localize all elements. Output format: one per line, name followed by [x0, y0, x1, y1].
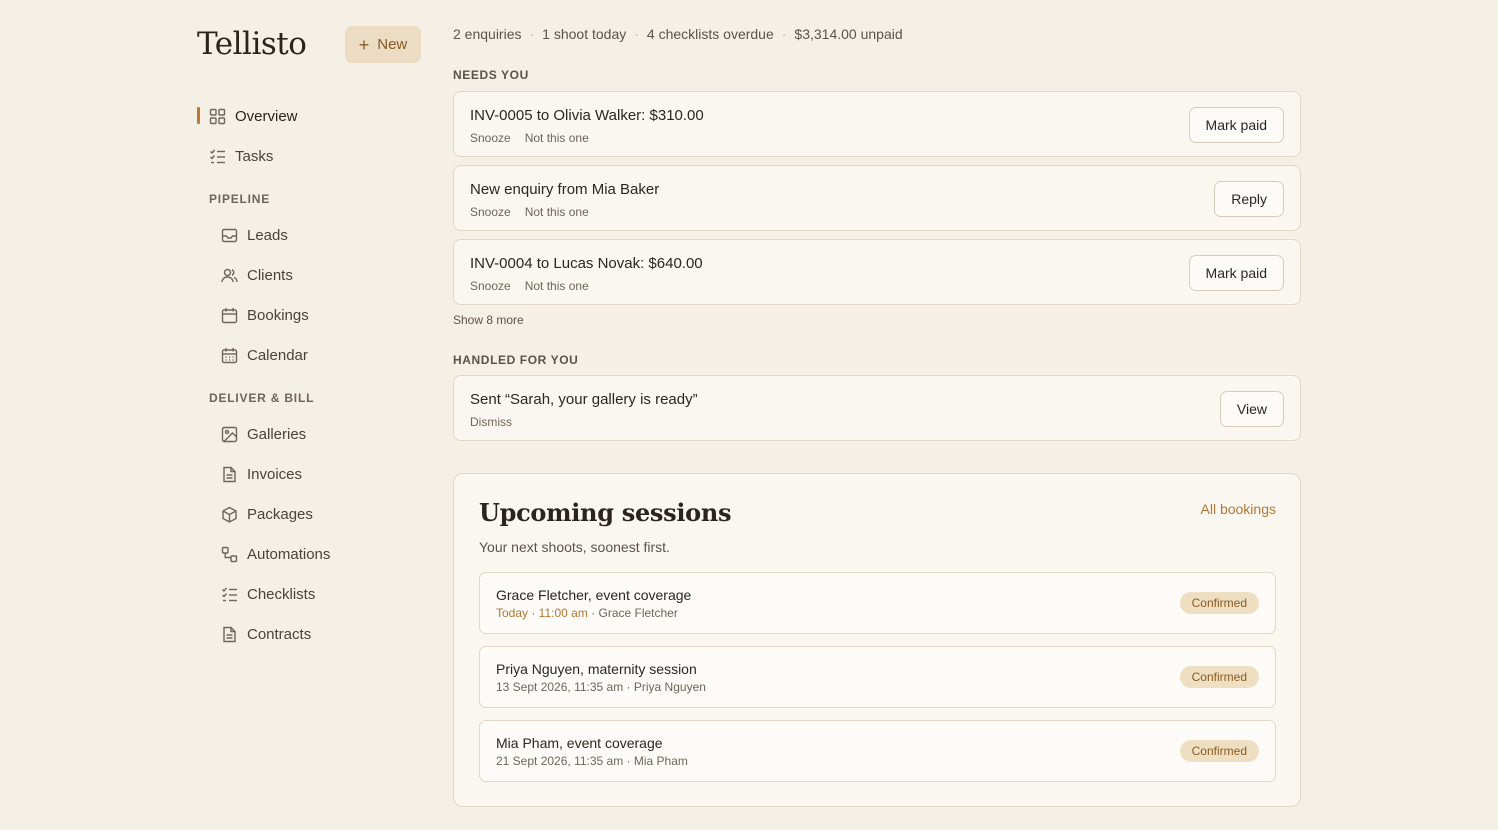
- sidebar-item-label: Galleries: [247, 425, 307, 443]
- task-title: New enquiry from Mia Baker: [470, 181, 660, 198]
- not-this-one-link[interactable]: Not this one: [525, 131, 589, 145]
- image-icon: [221, 426, 238, 443]
- sidebar-item-automations[interactable]: Automations: [221, 542, 330, 566]
- sidebar-item-label: Clients: [247, 266, 293, 284]
- sidebar-item-contracts[interactable]: Contracts: [221, 622, 311, 646]
- document-icon: [221, 626, 238, 643]
- calendar-grid-icon: [221, 347, 238, 364]
- handled-title: Sent “Sarah, your gallery is ready”: [470, 391, 698, 408]
- panel-title: Upcoming sessions: [479, 498, 732, 527]
- snooze-link[interactable]: Snooze: [470, 131, 511, 145]
- document-icon: [221, 466, 238, 483]
- section-label-pipeline: PIPELINE: [209, 192, 271, 206]
- status-badge: Confirmed: [1179, 592, 1259, 614]
- snooze-link[interactable]: Snooze: [470, 205, 511, 219]
- panel-subtitle: Your next shoots, soonest first.: [479, 539, 670, 555]
- sidebar-item-label: Invoices: [247, 465, 303, 483]
- task-title: INV-0005 to Olivia Walker: $310.00: [470, 107, 704, 124]
- not-this-one-link[interactable]: Not this one: [525, 205, 589, 219]
- sidebar-item-label: Contracts: [247, 625, 312, 643]
- view-button[interactable]: View: [1219, 391, 1284, 427]
- session-title: Mia Pham, event coverage: [496, 735, 663, 751]
- sidebar-item-label: Automations: [247, 545, 331, 563]
- session-date: 13 Sept 2026, 11:35 am: [496, 680, 624, 694]
- plus-icon: +: [358, 34, 370, 55]
- task-card: New enquiry from Mia Baker Snooze Not th…: [453, 165, 1301, 231]
- mark-paid-button[interactable]: Mark paid: [1188, 107, 1284, 143]
- all-bookings-link[interactable]: All bookings: [1201, 501, 1277, 517]
- new-button-label: New: [377, 36, 408, 53]
- sidebar-item-calendar[interactable]: Calendar: [221, 343, 308, 367]
- sidebar-item-checklists[interactable]: Checklists: [221, 582, 315, 606]
- new-button[interactable]: + New: [345, 26, 421, 63]
- sidebar-item-galleries[interactable]: Galleries: [221, 422, 306, 446]
- summary-stats: 2 enquiries · 1 shoot today · 4 checklis…: [453, 26, 903, 42]
- session-row[interactable]: Grace Fletcher, event coverage Today · 1…: [479, 572, 1276, 634]
- handled-heading: HANDLED FOR YOU: [453, 353, 579, 367]
- reply-button[interactable]: Reply: [1214, 181, 1284, 217]
- sidebar-item-label: Bookings: [247, 306, 309, 324]
- session-title: Grace Fletcher, event coverage: [496, 587, 692, 603]
- workflow-icon: [221, 546, 238, 563]
- dismiss-link[interactable]: Dismiss: [470, 415, 512, 429]
- session-date: 21 Sept 2026, 11:35 am: [496, 754, 624, 768]
- mark-paid-button[interactable]: Mark paid: [1188, 255, 1284, 291]
- status-badge: Confirmed: [1179, 666, 1259, 688]
- session-row[interactable]: Priya Nguyen, maternity session 13 Sept …: [479, 646, 1276, 708]
- snooze-link[interactable]: Snooze: [470, 279, 511, 293]
- grid-icon: [209, 108, 226, 125]
- stat-unpaid[interactable]: $3,314.00 unpaid: [794, 26, 902, 42]
- sidebar-item-label: Checklists: [247, 585, 316, 603]
- sidebar-item-leads[interactable]: Leads: [221, 223, 288, 247]
- not-this-one-link[interactable]: Not this one: [525, 279, 589, 293]
- app-logo: Tellisto: [197, 26, 307, 62]
- stat-checklists[interactable]: 4 checklists overdue: [647, 26, 774, 42]
- session-meta: Today · 11:00 am · Grace Fletcher: [496, 606, 678, 620]
- sidebar-item-label: Overview: [235, 107, 298, 125]
- sidebar-item-label: Packages: [247, 505, 313, 523]
- session-meta: 13 Sept 2026, 11:35 am · Priya Nguyen: [496, 680, 706, 694]
- task-title: INV-0004 to Lucas Novak: $640.00: [470, 255, 703, 272]
- users-icon: [221, 267, 238, 284]
- session-title: Priya Nguyen, maternity session: [496, 661, 697, 677]
- session-client: · Mia Pham: [623, 754, 688, 768]
- calendar-icon: [221, 307, 238, 324]
- handled-card: Sent “Sarah, your gallery is ready” Dism…: [453, 375, 1301, 441]
- inbox-icon: [221, 227, 238, 244]
- active-indicator: [197, 107, 200, 124]
- sidebar-item-invoices[interactable]: Invoices: [221, 462, 302, 486]
- sidebar-item-tasks[interactable]: Tasks: [209, 144, 273, 168]
- session-row[interactable]: Mia Pham, event coverage 21 Sept 2026, 1…: [479, 720, 1276, 782]
- session-meta: 21 Sept 2026, 11:35 am · Mia Pham: [496, 754, 688, 768]
- box-icon: [221, 506, 238, 523]
- sidebar-item-label: Leads: [247, 226, 288, 244]
- status-badge: Confirmed: [1179, 740, 1259, 762]
- needs-you-heading: NEEDS YOU: [453, 68, 529, 82]
- list-check-icon: [209, 148, 226, 165]
- list-check-icon: [221, 586, 238, 603]
- session-date: Today · 11:00 am: [496, 606, 588, 620]
- upcoming-sessions-panel: Upcoming sessions Your next shoots, soon…: [453, 473, 1301, 807]
- sidebar-item-packages[interactable]: Packages: [221, 502, 313, 526]
- sidebar-item-overview[interactable]: Overview: [209, 104, 298, 128]
- stat-enquiries[interactable]: 2 enquiries: [453, 26, 522, 42]
- session-client: · Grace Fletcher: [587, 606, 678, 620]
- task-card: INV-0004 to Lucas Novak: $640.00 Snooze …: [453, 239, 1301, 305]
- stat-shoots[interactable]: 1 shoot today: [542, 26, 626, 42]
- show-more-link[interactable]: Show 8 more: [453, 313, 524, 327]
- task-card: INV-0005 to Olivia Walker: $310.00 Snooz…: [453, 91, 1301, 157]
- section-label-deliver: DELIVER & BILL: [209, 391, 315, 405]
- sidebar-item-bookings[interactable]: Bookings: [221, 303, 309, 327]
- session-client: · Priya Nguyen: [623, 680, 706, 694]
- sidebar-item-label: Tasks: [235, 147, 274, 165]
- sidebar-item-label: Calendar: [247, 346, 308, 364]
- sidebar-item-clients[interactable]: Clients: [221, 263, 293, 287]
